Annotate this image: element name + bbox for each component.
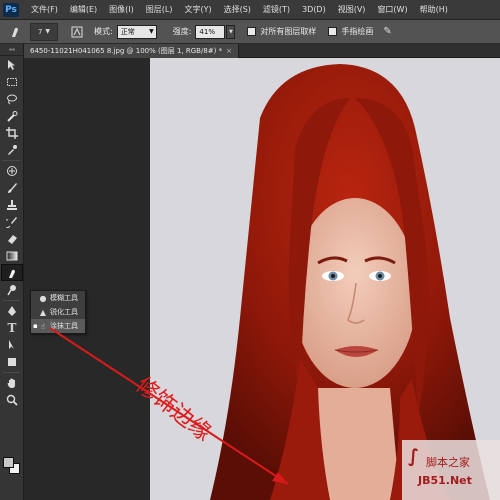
chevron-down-icon: ▼ (149, 27, 154, 35)
gradient-tool-icon[interactable] (1, 247, 23, 264)
brush-tool-icon[interactable] (1, 179, 23, 196)
pen-tool-icon[interactable] (1, 302, 23, 319)
marquee-tool-icon[interactable] (1, 73, 23, 90)
flyout-item-blur-tool[interactable]: ● 模糊工具 (31, 291, 85, 305)
menu-type[interactable]: 文字(Y) (178, 4, 217, 15)
toolbar-divider (3, 371, 20, 373)
menu-3d[interactable]: 3D(D) (296, 5, 332, 14)
options-bar: 7 ▼ 模式: 正常 ▼ 强度: 41% ▼ 对所有图层取样 手指绘画 ✎ (0, 20, 500, 44)
workspace (24, 58, 500, 500)
color-swatches[interactable] (2, 456, 22, 476)
history-brush-tool-icon[interactable] (1, 213, 23, 230)
toolbar-divider (3, 299, 20, 301)
toolbar-divider (3, 159, 20, 161)
watermark-logo-icon: ∫ (408, 446, 419, 467)
toning-tools-flyout: ● 模糊工具 ▲ 锐化工具 ▪ ☝ 涂抹工具 (30, 290, 86, 334)
path-selection-tool-icon[interactable] (1, 336, 23, 353)
menu-window[interactable]: 窗口(W) (371, 4, 413, 15)
finger-painting-checkbox[interactable] (328, 27, 338, 36)
flyout-item-label: 锐化工具 (50, 308, 78, 316)
panel-collapse-icon[interactable]: ◂◂ (0, 44, 23, 56)
strength-label: 强度: (172, 27, 192, 36)
menu-filter[interactable]: 滤镜(T) (257, 4, 296, 15)
watermark-text-domain: JB51.Net (418, 474, 472, 487)
flyout-item-label: 涂抹工具 (50, 322, 78, 330)
flyout-item-smudge-tool[interactable]: ▪ ☝ 涂抹工具 (31, 319, 85, 333)
menu-edit[interactable]: 编辑(E) (64, 4, 103, 15)
lasso-tool-icon[interactable] (1, 90, 23, 107)
foreground-color-swatch[interactable] (3, 457, 14, 468)
menu-layer[interactable]: 图层(L) (140, 4, 179, 15)
dodge-tool-icon[interactable] (1, 281, 23, 298)
menu-bar: Ps 文件(F) 编辑(E) 图像(I) 图层(L) 文字(Y) 选择(S) 滤… (0, 0, 500, 20)
crop-tool-icon[interactable] (1, 124, 23, 141)
zoom-tool-icon[interactable] (1, 391, 23, 408)
quick-selection-tool-icon[interactable] (1, 107, 23, 124)
sample-all-layers-label: 对所有图层取样 (260, 27, 317, 36)
document-tab[interactable]: 6450-11021H041065 8.jpg @ 100% (图层 1, RG… (24, 44, 239, 58)
menu-view[interactable]: 视图(V) (332, 4, 372, 15)
mode-label: 模式: (94, 27, 113, 36)
smudge-finger-icon: ☝ (40, 321, 46, 331)
blur-drop-icon: ● (39, 293, 47, 303)
eraser-tool-icon[interactable] (1, 230, 23, 247)
flyout-item-label: 模糊工具 (50, 294, 78, 302)
brush-panel-toggle-icon[interactable] (68, 23, 86, 41)
smudge-tool-icon[interactable] (1, 264, 23, 281)
healing-brush-tool-icon[interactable] (1, 162, 23, 179)
finger-painting-label: 手指绘画 (341, 27, 374, 36)
strength-value: 41% (199, 27, 215, 36)
menu-file[interactable]: 文件(F) (25, 4, 64, 15)
menu-help[interactable]: 帮助(H) (414, 4, 454, 15)
shape-tool-icon[interactable] (1, 353, 23, 370)
chevron-down-icon: ▼ (45, 28, 51, 35)
pressure-pen-icon[interactable]: ✎ (383, 26, 391, 37)
menu-select[interactable]: 选择(S) (218, 4, 257, 15)
hand-tool-icon[interactable] (1, 374, 23, 391)
sample-all-layers-checkbox[interactable] (247, 27, 257, 36)
close-icon[interactable]: × (226, 47, 232, 55)
document-tab-bar: 6450-11021H041065 8.jpg @ 100% (图层 1, RG… (24, 44, 500, 58)
brush-size-picker[interactable]: 7 ▼ (30, 22, 58, 41)
mode-value: 正常 (120, 27, 135, 36)
eyedropper-tool-icon[interactable] (1, 141, 23, 158)
mode-select[interactable]: 正常 ▼ (116, 24, 157, 39)
sharpen-triangle-icon: ▲ (39, 307, 47, 317)
smudge-tool-preset-icon[interactable] (4, 23, 26, 41)
type-tool-icon[interactable]: T (1, 319, 23, 336)
document-tab-title: 6450-11021H041065 8.jpg @ 100% (图层 1, RG… (30, 47, 223, 55)
watermark-text-chinese: 脚本之家 (426, 456, 470, 469)
menu-image[interactable]: 图像(I) (103, 4, 140, 15)
tools-panel: ◂◂ T (0, 44, 24, 500)
flyout-item-sharpen-tool[interactable]: ▲ 锐化工具 (31, 305, 85, 319)
strength-input[interactable]: 41% (195, 24, 226, 39)
move-tool-icon[interactable] (1, 56, 23, 73)
brush-size-value: 7 (37, 27, 43, 36)
clone-stamp-tool-icon[interactable] (1, 196, 23, 213)
site-watermark: ∫ 脚本之家 JB51.Net (402, 440, 500, 500)
strength-dropdown-icon[interactable]: ▼ (226, 24, 236, 39)
photoshop-logo: Ps (3, 2, 19, 17)
